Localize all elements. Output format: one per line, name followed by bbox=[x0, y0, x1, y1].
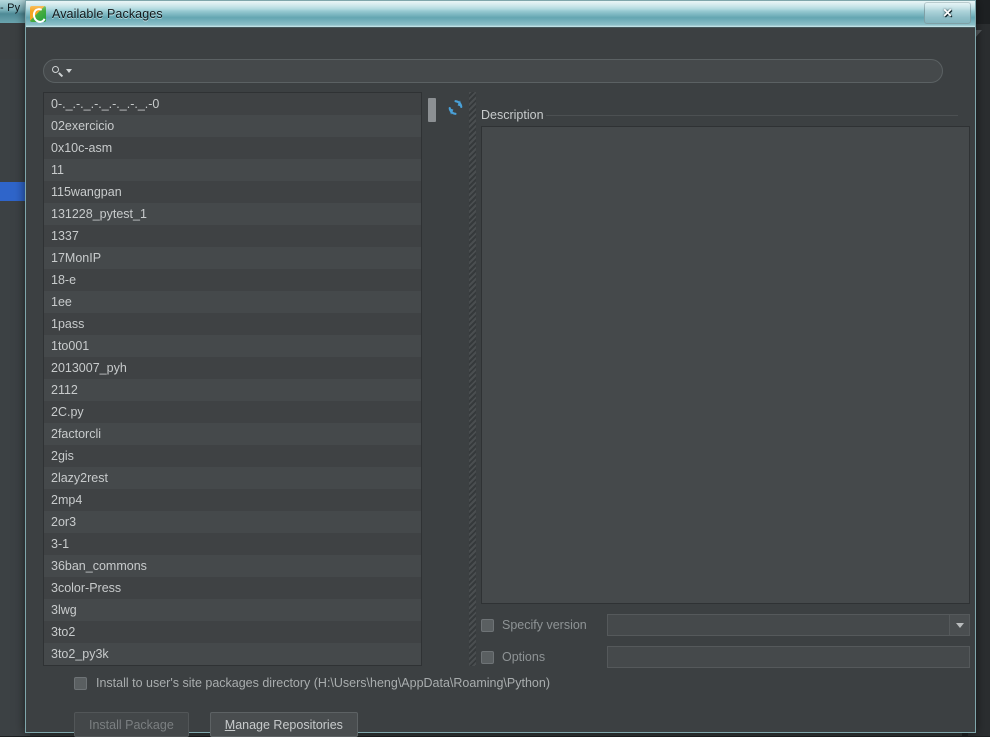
package-list-item[interactable]: 2or3 bbox=[44, 511, 421, 533]
package-list-item[interactable]: 3to2 bbox=[44, 621, 421, 643]
refresh-icon bbox=[447, 99, 464, 116]
install-to-user-site-label: Install to user's site packages director… bbox=[96, 676, 550, 690]
search-row bbox=[43, 59, 943, 83]
package-list-item[interactable]: 18-e bbox=[44, 269, 421, 291]
package-list-item[interactable]: 02exercicio bbox=[44, 115, 421, 137]
install-package-label: Install Package bbox=[89, 718, 174, 732]
package-list-item[interactable]: 3to2_py3k bbox=[44, 643, 421, 665]
options-input[interactable] bbox=[607, 646, 970, 668]
package-list-item[interactable]: 2013007_pyh bbox=[44, 357, 421, 379]
specify-version-checkbox[interactable] bbox=[481, 619, 494, 632]
package-list-item[interactable]: 2gis bbox=[44, 445, 421, 467]
package-list-item[interactable]: 17MonIP bbox=[44, 247, 421, 269]
install-to-user-site-row[interactable]: Install to user's site packages director… bbox=[74, 676, 550, 690]
scrollbar-thumb[interactable] bbox=[428, 98, 436, 122]
specify-version-label: Specify version bbox=[502, 618, 607, 632]
options-checkbox[interactable] bbox=[481, 651, 494, 664]
package-list-panel: 0-._.-._.-._.-._.-._.-002exercicio0x10c-… bbox=[43, 92, 422, 666]
refresh-button[interactable] bbox=[444, 96, 466, 118]
dialog-body: 0-._.-._.-._.-._.-._.-002exercicio0x10c-… bbox=[26, 28, 975, 732]
dialog-titlebar: Available Packages ✕ bbox=[26, 1, 975, 28]
version-input[interactable] bbox=[608, 615, 949, 635]
pycharm-icon bbox=[30, 6, 46, 22]
package-list-item[interactable]: 131228_pytest_1 bbox=[44, 203, 421, 225]
dialog-button-bar: Install Package Manage Repositories bbox=[74, 712, 358, 737]
package-list-item[interactable]: 11 bbox=[44, 159, 421, 181]
ide-tab-label: - Py bbox=[0, 2, 20, 14]
package-list[interactable]: 0-._.-._.-._.-._.-._.-002exercicio0x10c-… bbox=[44, 93, 421, 665]
install-to-user-site-checkbox[interactable] bbox=[74, 677, 87, 690]
package-list-item[interactable]: 36ban_commons bbox=[44, 555, 421, 577]
version-combobox[interactable] bbox=[607, 614, 970, 636]
specify-version-row: Specify version bbox=[481, 613, 970, 637]
search-field[interactable] bbox=[43, 59, 943, 83]
package-list-item[interactable]: 2mp4 bbox=[44, 489, 421, 511]
search-input[interactable] bbox=[72, 63, 942, 79]
description-content bbox=[481, 126, 970, 604]
panel-splitter[interactable] bbox=[469, 92, 476, 666]
available-packages-dialog: Available Packages ✕ 0-._.-._.-._.-._.-.… bbox=[25, 0, 976, 733]
package-list-item[interactable]: 1337 bbox=[44, 225, 421, 247]
package-list-item[interactable]: 0-._.-._.-._.-._.-._.-0 bbox=[44, 93, 421, 115]
package-list-item[interactable]: 3lwg bbox=[44, 599, 421, 621]
close-button[interactable]: ✕ bbox=[924, 2, 971, 24]
package-list-item[interactable]: 1pass bbox=[44, 313, 421, 335]
package-list-item[interactable]: 2factorcli bbox=[44, 423, 421, 445]
package-list-scrollbar[interactable] bbox=[426, 92, 437, 666]
description-separator bbox=[546, 115, 958, 116]
search-icon[interactable] bbox=[52, 66, 72, 77]
install-package-button[interactable]: Install Package bbox=[74, 712, 189, 737]
options-row: Options bbox=[481, 645, 970, 669]
manage-repositories-label: anage Repositories bbox=[235, 718, 343, 732]
package-list-item[interactable]: 3color-Press bbox=[44, 577, 421, 599]
manage-repositories-mnemonic: M bbox=[225, 718, 235, 732]
manage-repositories-button[interactable]: Manage Repositories bbox=[210, 712, 358, 737]
package-list-item[interactable]: 1ee bbox=[44, 291, 421, 313]
description-label: Description bbox=[481, 108, 544, 122]
package-list-item[interactable]: 2lazy2rest bbox=[44, 467, 421, 489]
ide-selected-row bbox=[0, 182, 28, 201]
package-list-item[interactable]: 0x10c-asm bbox=[44, 137, 421, 159]
package-list-item[interactable]: 115wangpan bbox=[44, 181, 421, 203]
package-list-item[interactable]: 2C.py bbox=[44, 401, 421, 423]
package-list-item[interactable]: 3-1 bbox=[44, 533, 421, 555]
package-list-item[interactable]: 2112 bbox=[44, 379, 421, 401]
close-icon: ✕ bbox=[942, 7, 952, 19]
package-list-item[interactable]: 1to001 bbox=[44, 335, 421, 357]
options-label: Options bbox=[502, 650, 607, 664]
chevron-down-icon[interactable] bbox=[949, 615, 969, 635]
dialog-title: Available Packages bbox=[52, 7, 163, 21]
